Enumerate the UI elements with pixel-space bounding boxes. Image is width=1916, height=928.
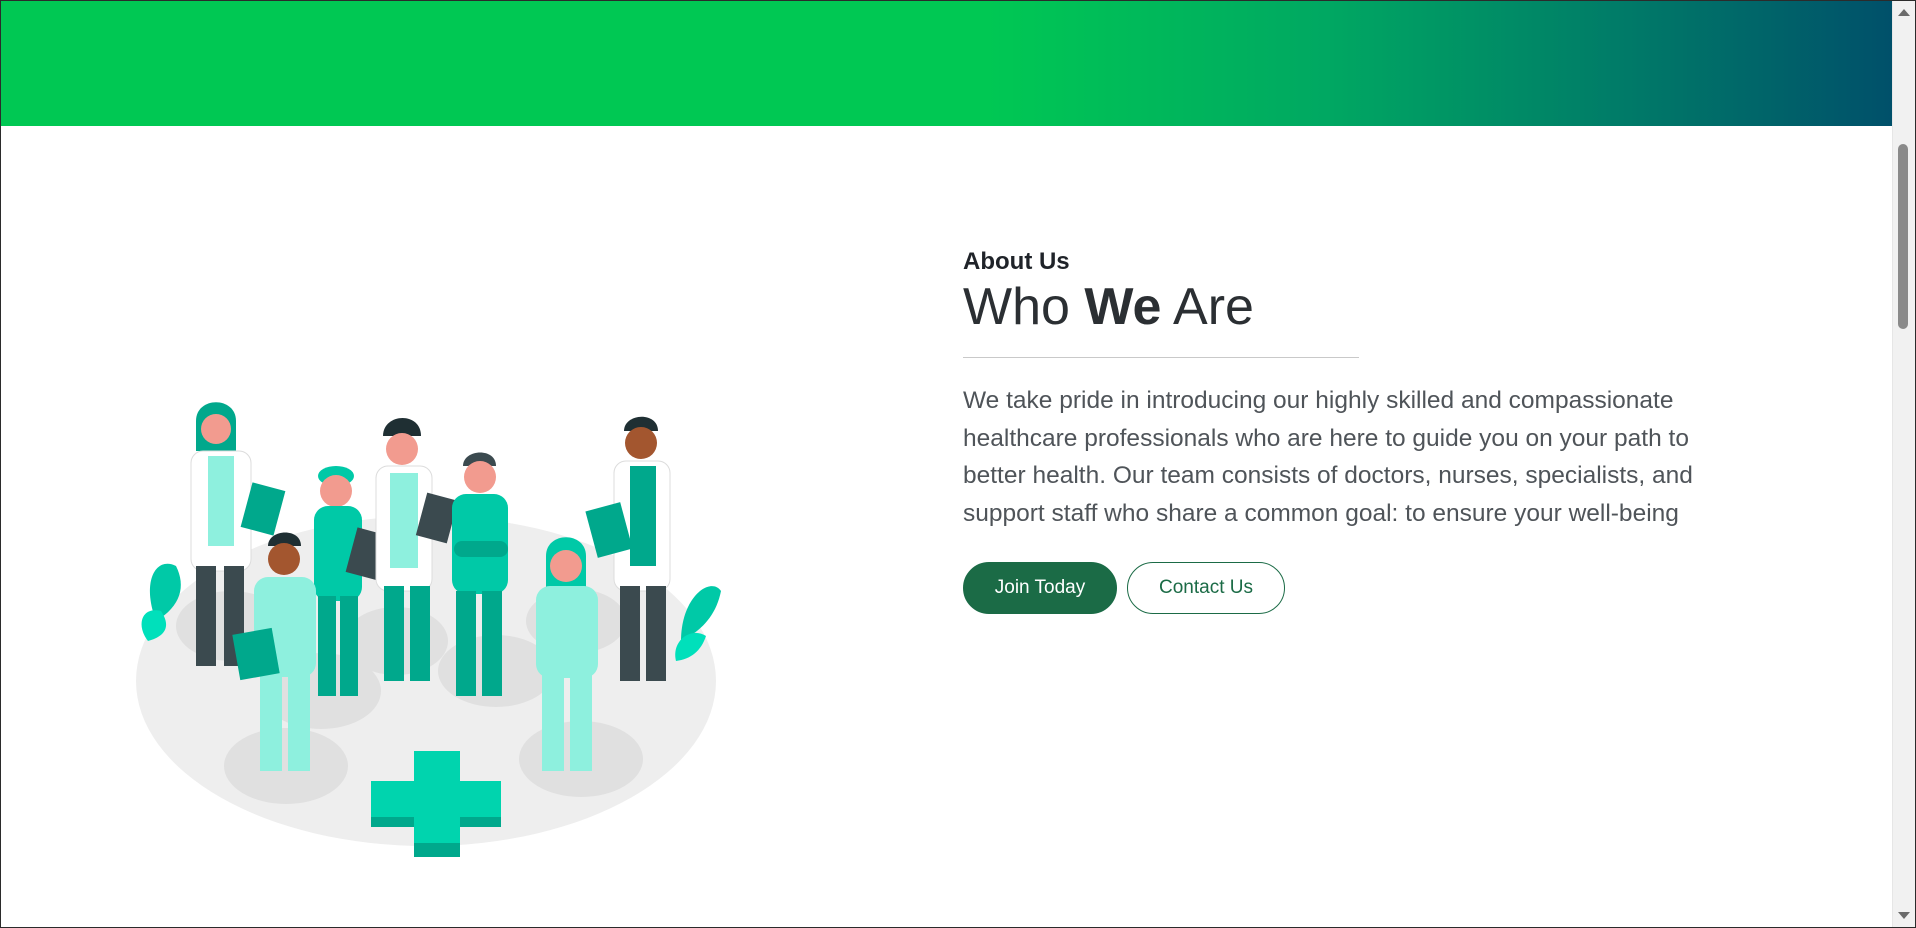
headline-part-2: Are: [1161, 278, 1254, 336]
scrollbar-thumb[interactable]: [1898, 144, 1908, 329]
about-section: About Us Who We Are We take pride in int…: [1, 126, 1893, 927]
about-text-block: About Us Who We Are We take pride in int…: [963, 246, 1743, 614]
vertical-scrollbar[interactable]: [1892, 1, 1915, 927]
scroll-down-icon[interactable]: [1898, 912, 1910, 919]
headline-divider: [963, 357, 1359, 358]
medical-team-illustration: [136, 341, 736, 861]
section-eyebrow: About Us: [963, 248, 1070, 275]
page-title: Who We Are: [963, 278, 1743, 336]
headline-part-1: Who: [963, 278, 1085, 336]
about-description: We take pride in introducing our highly …: [963, 387, 1693, 527]
contact-us-button[interactable]: Contact Us: [1127, 562, 1285, 614]
headline-emphasis: We: [1084, 278, 1162, 336]
join-today-button[interactable]: Join Today: [963, 562, 1117, 614]
scroll-up-icon[interactable]: [1898, 9, 1910, 16]
page: About Us Who We Are We take pride in int…: [0, 0, 1916, 928]
header-banner: [1, 1, 1893, 126]
cta-buttons: Join Today Contact Us: [963, 562, 1743, 614]
